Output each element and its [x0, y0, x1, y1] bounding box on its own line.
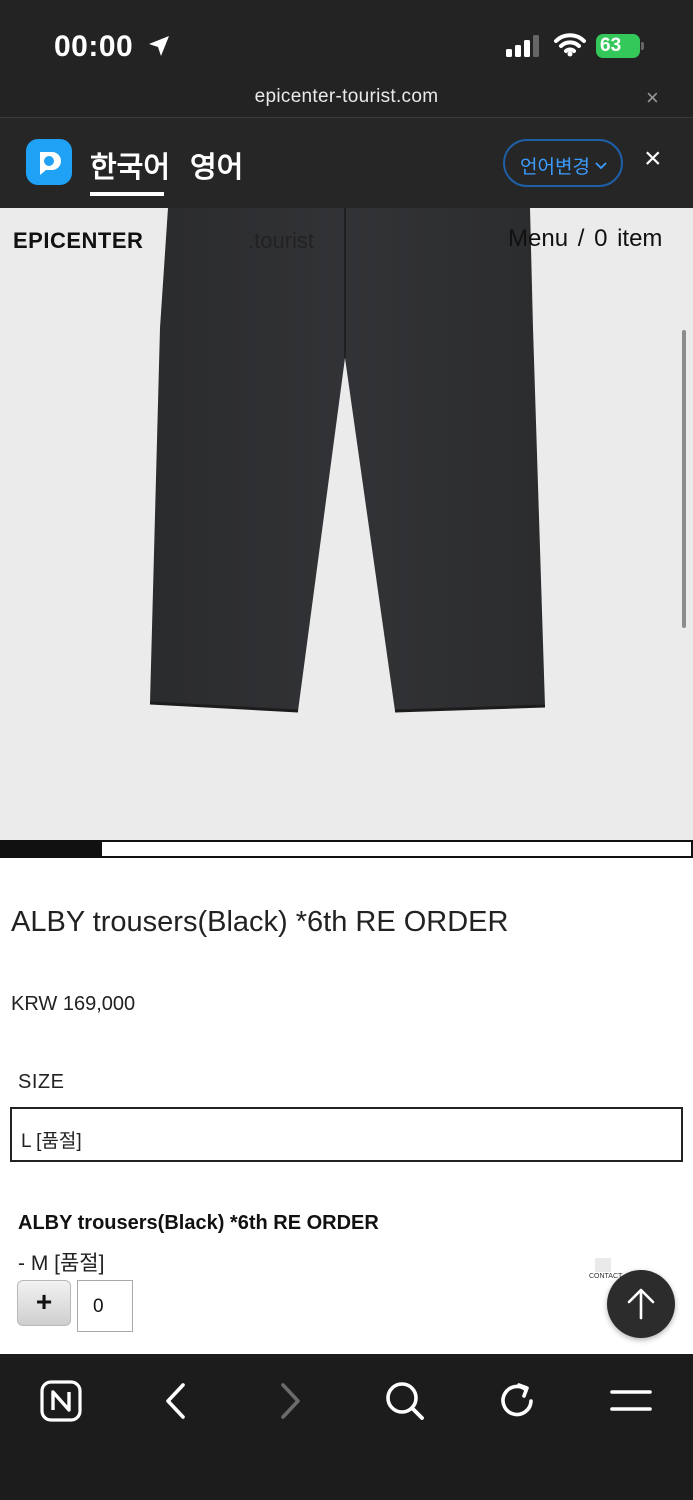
- quantity-input[interactable]: 0: [77, 1280, 133, 1332]
- active-tab-underline: [90, 192, 164, 196]
- reload-icon[interactable]: [495, 1378, 545, 1428]
- browser-toolbar: [0, 1354, 693, 1500]
- url-close-icon[interactable]: ×: [646, 85, 659, 111]
- menu-link[interactable]: Menu: [508, 225, 568, 252]
- forward-icon[interactable]: [270, 1378, 320, 1428]
- change-language-label: 언어변경: [520, 157, 590, 178]
- size-label: SIZE: [18, 1071, 65, 1093]
- signal-icon: [506, 35, 542, 62]
- naver-home-icon[interactable]: [38, 1378, 88, 1428]
- change-language-button[interactable]: 언어변경: [503, 139, 623, 187]
- size-select[interactable]: L [품절]: [10, 1107, 683, 1162]
- site-brand-suffix: .tourist: [248, 228, 315, 253]
- contact-icon: [595, 1258, 611, 1272]
- image-slider-progress: [0, 840, 693, 858]
- scroll-to-top-button[interactable]: [607, 1270, 675, 1338]
- browser-url-bar[interactable]: epicenter-tourist.com ×: [0, 82, 693, 118]
- product-price: KRW 169,000: [11, 993, 136, 1015]
- chevron-down-icon: [595, 155, 607, 177]
- tab-english[interactable]: 영어: [190, 144, 243, 186]
- page-scrollbar[interactable]: [682, 330, 686, 628]
- quantity-plus-button[interactable]: +: [17, 1280, 71, 1326]
- status-time: 00:00: [54, 30, 134, 63]
- progress-fill: [2, 842, 102, 856]
- product-image: [149, 208, 546, 713]
- battery-level: 63: [600, 35, 622, 56]
- product-title: ALBY trousers(Black) *6th RE ORDER: [11, 906, 509, 938]
- translate-close-icon[interactable]: ×: [644, 142, 662, 176]
- nav-separator: /: [577, 225, 585, 252]
- menu-icon[interactable]: [608, 1378, 658, 1428]
- translate-bar: 한국어 영어 언어변경 ×: [0, 118, 693, 208]
- location-arrow-icon: [147, 34, 171, 63]
- back-icon[interactable]: [156, 1378, 206, 1428]
- battery-charging-icon: 63: [596, 34, 644, 58]
- papago-logo-icon: [26, 139, 72, 185]
- status-bar: 00:00 63: [0, 0, 693, 82]
- selected-option-title: ALBY trousers(Black) *6th RE ORDER: [18, 1212, 379, 1234]
- cart-link[interactable]: 0 item: [594, 225, 662, 252]
- site-brand[interactable]: EPICENTER: [13, 228, 143, 254]
- product-image-gallery[interactable]: EPICENTER .tourist Menu / 0 item: [0, 208, 693, 840]
- tab-korean[interactable]: 한국어: [90, 144, 170, 186]
- search-icon[interactable]: [382, 1378, 432, 1428]
- site-nav: Menu / 0 item: [508, 225, 662, 253]
- selected-option-size: - M [품절]: [18, 1252, 105, 1275]
- wifi-icon: [554, 33, 586, 62]
- url-text[interactable]: epicenter-tourist.com: [0, 86, 693, 108]
